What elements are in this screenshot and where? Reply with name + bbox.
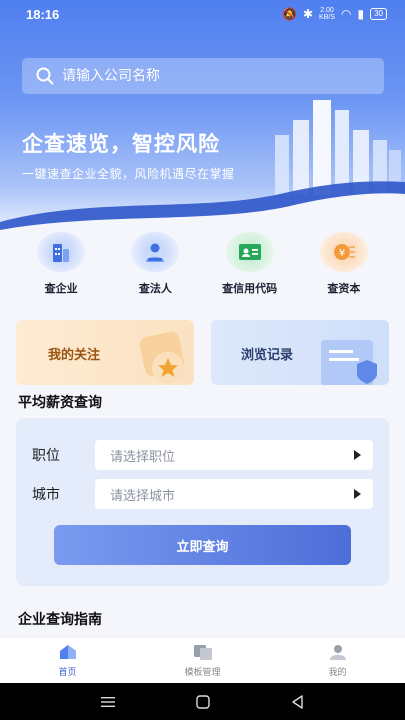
signal-icon: ▮ xyxy=(357,7,365,21)
star-icon xyxy=(139,331,185,384)
status-bar: 18:16 🔕 ✱ 2.00 KB/S ◠ ▮ 30 xyxy=(0,0,405,28)
status-time: 18:16 xyxy=(26,6,60,22)
quick-action-label: 查企业 xyxy=(44,282,78,295)
salary-query-panel: 职位 请选择职位 城市 请选择城市 立即查询 xyxy=(16,418,389,586)
position-label: 职位 xyxy=(32,448,60,464)
guide-section-title: 企业查询指南 xyxy=(18,612,102,628)
position-placeholder: 请选择职位 xyxy=(109,449,175,465)
status-icons: 🔕 ✱ 2.00 KB/S ◠ ▮ 30 xyxy=(282,7,387,21)
quick-action-legal-person[interactable]: 查法人 xyxy=(110,232,200,302)
browse-history-label: 浏览记录 xyxy=(241,348,294,363)
person-icon xyxy=(131,232,180,272)
template-icon xyxy=(193,645,212,660)
my-follow-label: 我的关注 xyxy=(48,348,101,363)
back-triangle-icon[interactable] xyxy=(290,694,306,710)
caret-right-icon xyxy=(354,450,361,460)
speed-unit: KB/S xyxy=(319,14,335,21)
position-select[interactable]: 请选择职位 xyxy=(94,440,373,470)
city-select[interactable]: 请选择城市 xyxy=(94,479,373,509)
speed-value: 2.00 xyxy=(320,7,334,14)
battery-indicator: 30 xyxy=(370,8,387,20)
tab-profile[interactable]: 我的 xyxy=(270,638,405,683)
position-row: 职位 请选择职位 xyxy=(32,440,373,470)
search-bar[interactable] xyxy=(22,58,384,94)
city-label: 城市 xyxy=(32,487,60,503)
home-icon xyxy=(59,645,76,659)
hero-subtitle: 一键速查企业全貌，风险机遇尽在掌握 xyxy=(22,167,235,181)
quick-action-capital[interactable]: ¥ 查资本 xyxy=(299,232,389,302)
quick-action-company[interactable]: 查企业 xyxy=(16,232,106,302)
tab-template-label: 模板管理 xyxy=(184,668,221,678)
caret-right-icon xyxy=(354,489,361,499)
bluetooth-icon: ✱ xyxy=(302,7,314,21)
query-now-button[interactable]: 立即查询 xyxy=(54,525,351,565)
search-icon xyxy=(36,67,54,85)
mute-icon: 🔕 xyxy=(282,7,297,21)
city-placeholder: 请选择城市 xyxy=(109,488,175,504)
my-follow-card[interactable]: 我的关注 xyxy=(16,320,194,385)
network-speed: 2.00 KB/S xyxy=(319,7,335,21)
search-input[interactable] xyxy=(62,68,362,84)
yuan-coin-icon: ¥ xyxy=(319,232,368,272)
quick-actions: 查企业 查法人 查信用代码 ¥ 查资本 xyxy=(0,232,405,302)
quick-action-label: 查资本 xyxy=(327,282,361,295)
id-card-icon xyxy=(225,232,274,272)
hero-banner xyxy=(0,0,405,232)
menu-icon[interactable] xyxy=(100,695,116,709)
browse-history-card[interactable]: 浏览记录 xyxy=(211,320,389,385)
city-row: 城市 请选择城市 xyxy=(32,479,373,509)
tab-home-label: 首页 xyxy=(58,668,77,678)
system-navigation-bar xyxy=(0,683,405,720)
tab-template-management[interactable]: 模板管理 xyxy=(135,638,270,683)
svg-text:¥: ¥ xyxy=(339,248,345,259)
tab-profile-label: 我的 xyxy=(328,668,347,678)
tab-home[interactable]: 首页 xyxy=(0,638,135,683)
wifi-icon: ◠ xyxy=(341,7,352,21)
home-square-icon[interactable] xyxy=(195,694,211,710)
bottom-tab-bar: 首页 模板管理 我的 xyxy=(0,637,405,683)
quick-action-label: 查法人 xyxy=(138,282,172,295)
document-shield-icon xyxy=(321,340,377,385)
quick-action-credit-code[interactable]: 查信用代码 xyxy=(205,232,295,302)
profile-icon xyxy=(329,645,346,660)
quick-action-label: 查信用代码 xyxy=(222,282,278,295)
hero-title: 企查速览，智控风险 xyxy=(22,132,220,156)
building-icon xyxy=(37,232,86,272)
salary-section-title: 平均薪资查询 xyxy=(18,395,102,411)
